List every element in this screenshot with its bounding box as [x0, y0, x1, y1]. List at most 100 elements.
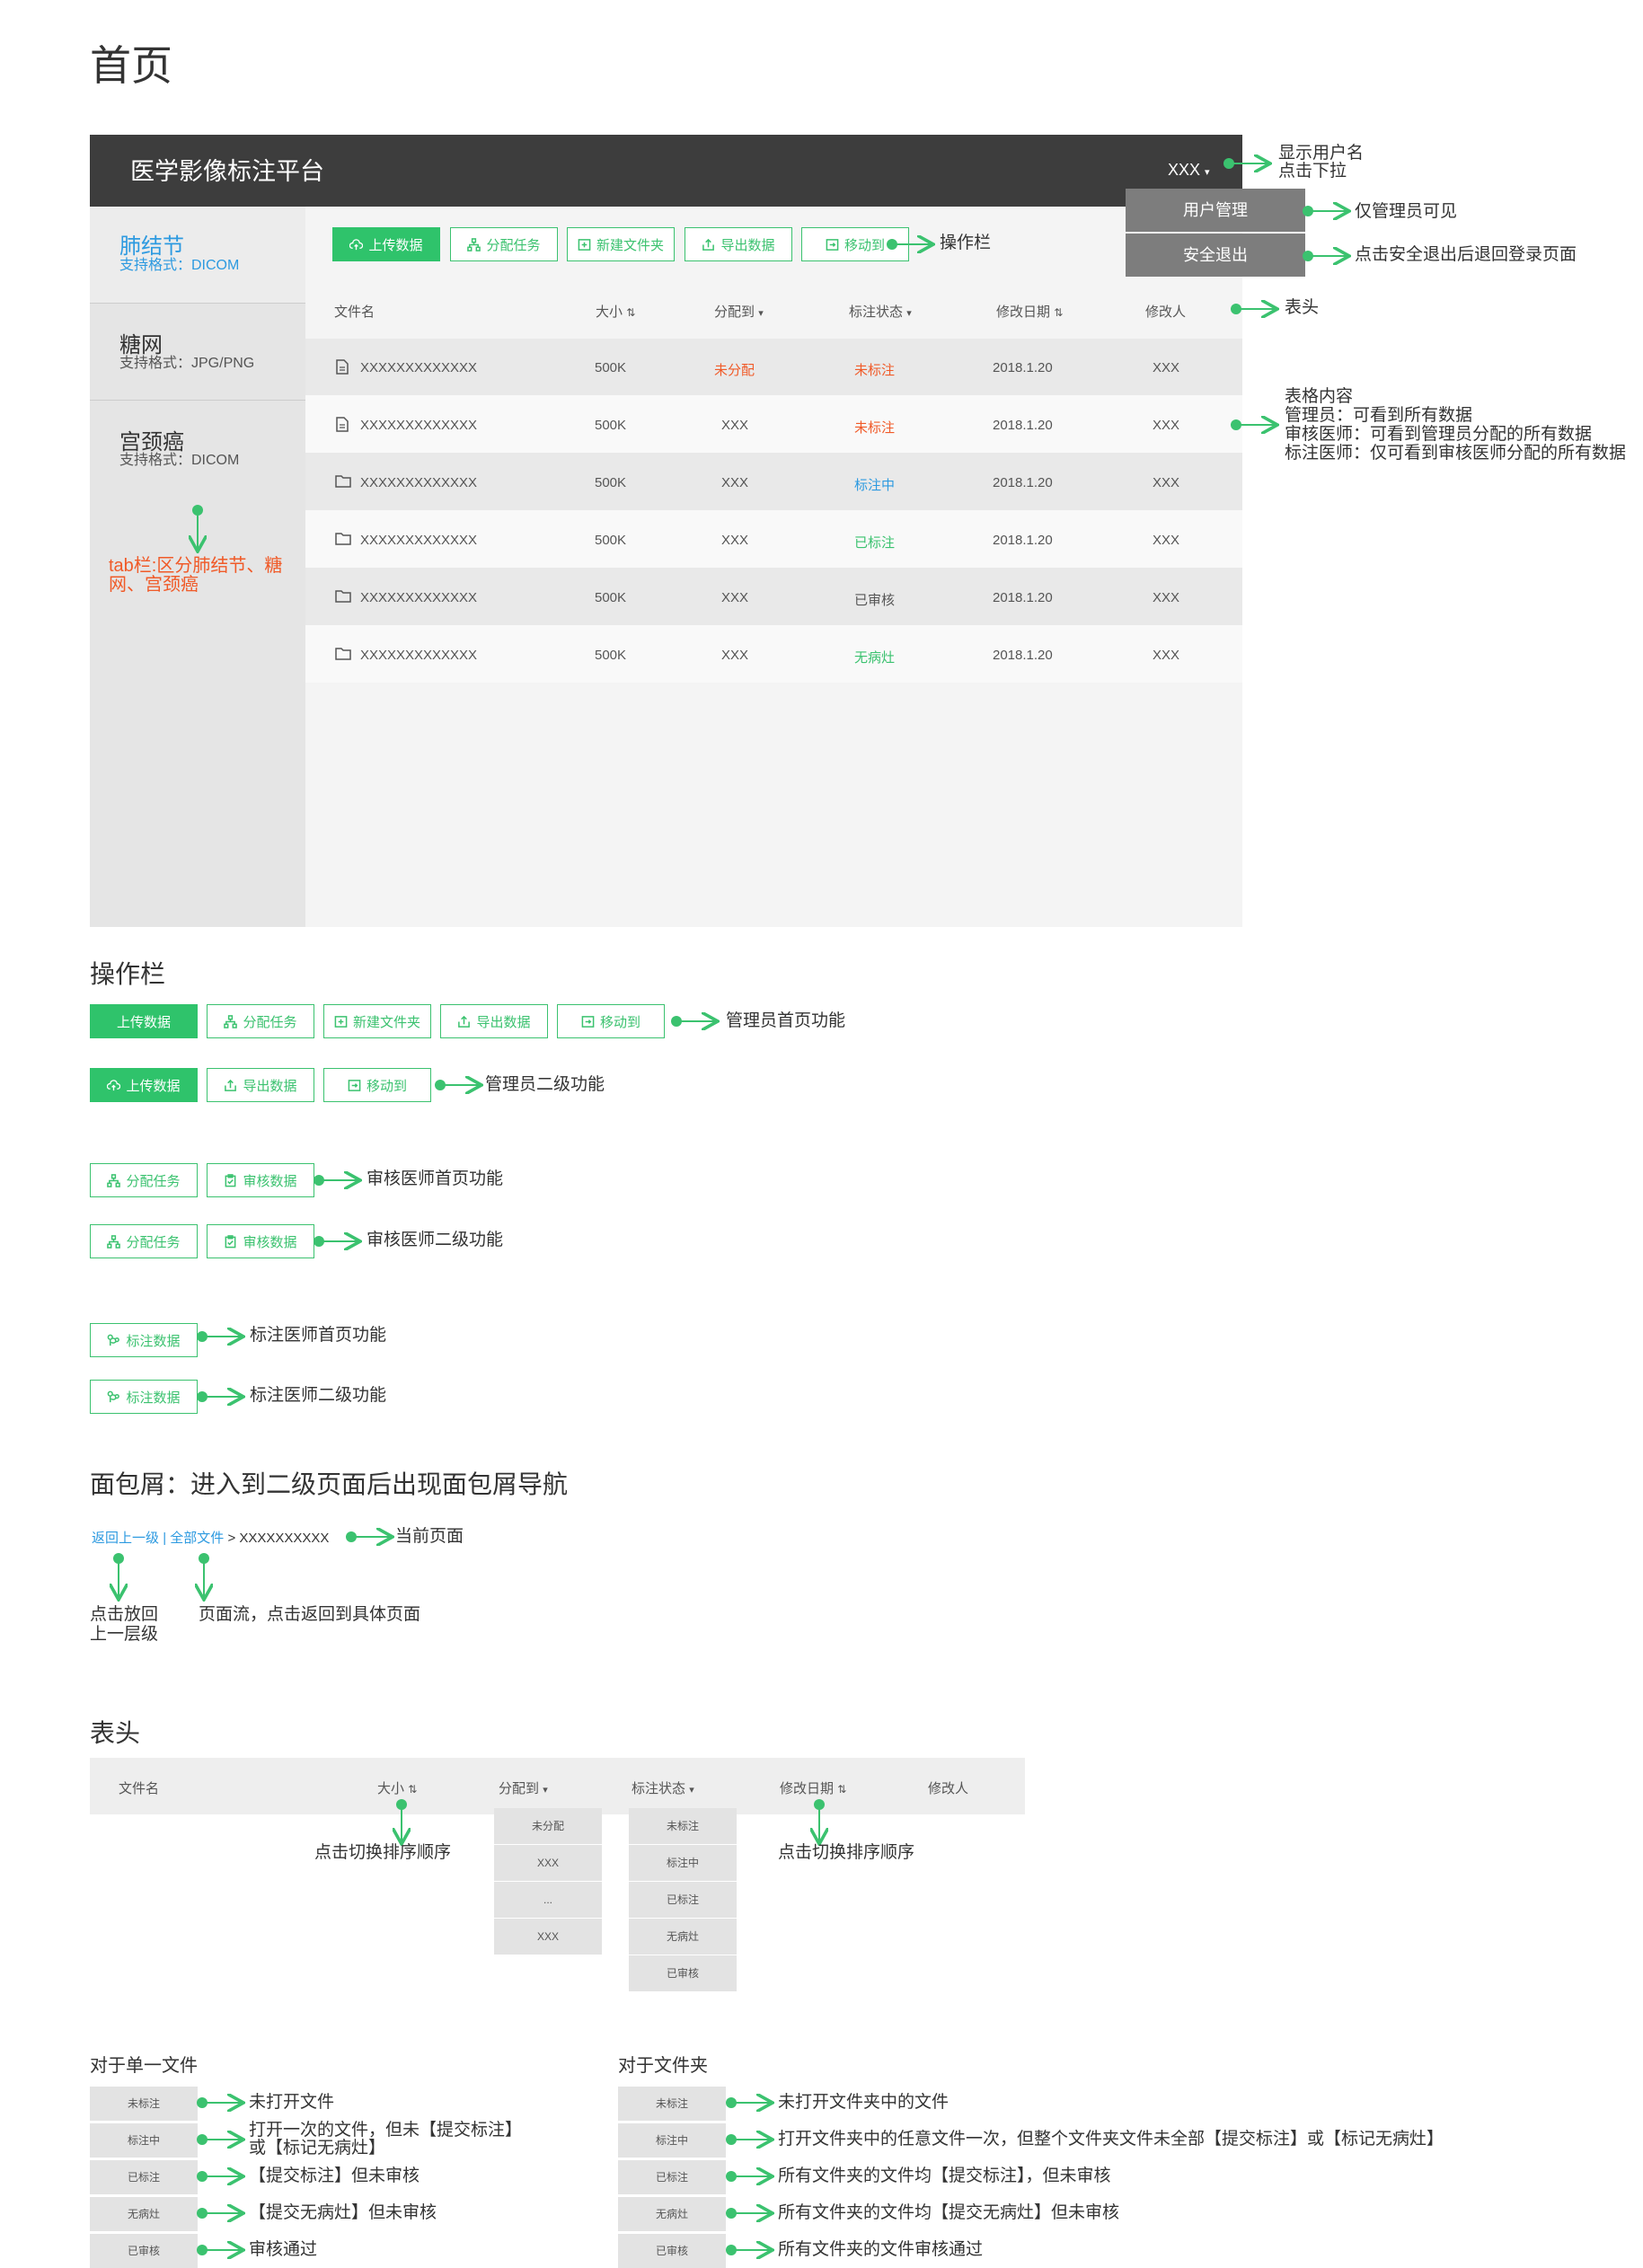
dropdown-option[interactable]: XXX	[494, 1845, 602, 1882]
export-button[interactable]: 导出数据	[440, 1004, 548, 1038]
label-data-button[interactable]: 标注数据	[90, 1323, 198, 1357]
single-file-title: 对于单一文件	[90, 2056, 198, 2076]
col-header-status[interactable]: 标注状态 ▾	[632, 1778, 694, 1797]
user-dropdown[interactable]: XXX ▾	[1168, 161, 1210, 180]
cell-name: XXXXXXXXXXXXX	[360, 590, 478, 605]
cell-size: 500K	[595, 590, 627, 605]
page-title: 首页	[90, 42, 172, 89]
cell-editor: XXX	[1153, 475, 1180, 490]
sidebar-note-arrow	[189, 505, 207, 557]
dropdown-option[interactable]: 无病灶	[629, 1919, 737, 1955]
ops-section-title: 操作栏	[90, 960, 166, 988]
col-header-date[interactable]: 修改日期 ⇅	[996, 302, 1063, 321]
col-header-date[interactable]: 修改日期 ⇅	[780, 1778, 846, 1797]
new-folder-button[interactable]: 新建文件夹	[567, 227, 675, 261]
new-folder-button[interactable]: 新建文件夹	[323, 1004, 431, 1038]
user-menu-logout[interactable]: 安全退出	[1126, 234, 1305, 277]
header-section-title: 表头	[90, 1719, 141, 1747]
dropdown-option[interactable]: 已审核	[629, 1955, 737, 1992]
dropdown-option[interactable]: 标注中	[629, 1845, 737, 1882]
note-content-labeler: 标注医师：仅可看到审核医师分配的所有数据	[1285, 444, 1627, 463]
header-demo-bar	[90, 1758, 1025, 1814]
note-username-1: 显示用户名	[1278, 144, 1365, 163]
caret-down-icon: ▾	[689, 1785, 694, 1796]
status-badge: 无病灶	[90, 2197, 198, 2231]
user-menu-manage[interactable]: 用户管理	[1126, 189, 1305, 232]
caret-down-icon: ▾	[1205, 167, 1210, 178]
move-icon	[348, 1079, 361, 1091]
status-badge: 已审核	[90, 2234, 198, 2268]
username: XXX	[1168, 161, 1201, 179]
col-header-editor: 修改人	[1145, 304, 1187, 320]
breadcrumb-all-files-link[interactable]: 全部文件	[170, 1531, 224, 1546]
upload-button[interactable]: 上传数据	[90, 1004, 198, 1038]
sidebar-item-cervical[interactable]: 宫颈癌 支持格式：DICOM	[90, 402, 305, 498]
review-data-button[interactable]: 审核数据	[207, 1224, 314, 1258]
clipboard-check-icon	[225, 1234, 236, 1248]
status-badge: 未标注	[90, 2087, 198, 2121]
assign-task-button[interactable]: 分配任务	[450, 227, 558, 261]
note-content-reviewer: 审核医师：可看到管理员分配的所有数据	[1285, 425, 1593, 444]
sidebar-item-sub: 支持格式：DICOM	[119, 258, 240, 273]
upload-button[interactable]: 上传数据	[332, 227, 440, 261]
export-button[interactable]: 导出数据	[207, 1068, 314, 1102]
file-icon	[336, 359, 349, 375]
note-reviewer-sub: 审核医师二级功能	[367, 1231, 504, 1249]
review-data-button[interactable]: 审核数据	[207, 1163, 314, 1197]
assign-task-button[interactable]: 分配任务	[90, 1163, 198, 1197]
cell-date: 2018.1.20	[993, 360, 1053, 375]
cell-date: 2018.1.20	[993, 648, 1053, 663]
cell-date: 2018.1.20	[993, 418, 1053, 433]
col-header-assign[interactable]: 分配到 ▾	[499, 1778, 548, 1797]
col-header-assign[interactable]: 分配到 ▾	[714, 302, 764, 321]
breadcrumb-back-link[interactable]: 返回上一级	[92, 1531, 159, 1546]
status-desc: 未打开文件	[249, 2093, 335, 2112]
folder-title: 对于文件夹	[618, 2056, 708, 2076]
cell-editor: XXX	[1153, 533, 1180, 548]
cell-editor: XXX	[1153, 590, 1180, 605]
note-back-1: 点击放回	[90, 1605, 159, 1624]
cloud-upload-icon	[107, 1079, 121, 1090]
dropdown-option[interactable]: 未标注	[629, 1808, 737, 1845]
breadcrumb-current: > XXXXXXXXXX	[227, 1531, 330, 1546]
breadcrumb-section-title: 面包屑：进入到二级页面后出现面包屑导航	[90, 1470, 569, 1498]
annotation-arrow	[887, 235, 939, 253]
dropdown-option[interactable]: ...	[494, 1882, 602, 1919]
status-desc: 所有文件夹的文件均【提交无病灶】但未审核	[778, 2203, 1120, 2222]
upload-button[interactable]: 上传数据	[90, 1068, 198, 1102]
move-to-button[interactable]: 移动到	[323, 1068, 431, 1102]
move-to-button[interactable]: 移动到	[557, 1004, 665, 1038]
cell-name: XXXXXXXXXXXXX	[360, 418, 478, 433]
dropdown-option[interactable]: XXX	[494, 1919, 602, 1955]
assign-task-button[interactable]: 分配任务	[90, 1224, 198, 1258]
new-folder-icon	[578, 238, 591, 251]
status-badge: 未标注	[618, 2087, 726, 2121]
note-admin-home: 管理员首页功能	[726, 1011, 846, 1030]
note-date-sort: 点击切换排序顺序	[778, 1843, 915, 1862]
cell-editor: XXX	[1153, 648, 1180, 663]
annotation-arrow	[726, 2167, 778, 2185]
cell-size: 500K	[595, 475, 627, 490]
dropdown-option[interactable]: 未分配	[494, 1808, 602, 1845]
col-header-size[interactable]: 大小 ⇅	[596, 302, 635, 321]
dropdown-option[interactable]: 已标注	[629, 1882, 737, 1919]
cell-status: 未标注	[854, 420, 896, 436]
annotation-arrow	[810, 1799, 828, 1848]
folder-icon	[335, 533, 351, 545]
folder-icon	[335, 648, 351, 660]
sidebar-note: tab栏:区分肺结节、糖网、宫颈癌	[109, 556, 283, 595]
hierarchy-icon	[107, 1234, 121, 1249]
col-header-status[interactable]: 标注状态 ▾	[849, 302, 912, 321]
label-data-button[interactable]: 标注数据	[90, 1380, 198, 1414]
sidebar-item-diabetes[interactable]: 糖网 支持格式：JPG/PNG	[90, 304, 305, 401]
sidebar-item-lung[interactable]: 肺结节 支持格式：DICOM	[90, 207, 305, 304]
sort-icon: ⇅	[408, 1783, 418, 1796]
cell-assign: 未分配	[714, 363, 755, 378]
note-back-2: 上一层级	[90, 1625, 159, 1644]
export-button[interactable]: 导出数据	[685, 227, 792, 261]
annotation-arrow	[1303, 247, 1355, 265]
annotation-arrow	[393, 1799, 411, 1848]
col-header-name: 文件名	[119, 1781, 160, 1796]
col-header-size[interactable]: 大小 ⇅	[377, 1778, 417, 1797]
assign-task-button[interactable]: 分配任务	[207, 1004, 314, 1038]
